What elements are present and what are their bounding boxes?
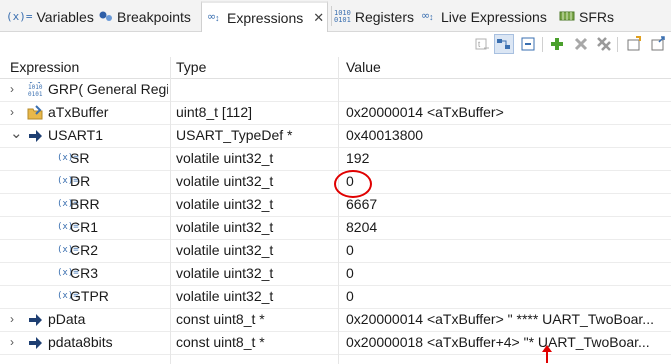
- remove-expression-icon[interactable]: [573, 36, 589, 52]
- expression-name: CR3: [70, 265, 99, 281]
- view-toolbar: t: [0, 32, 671, 57]
- variables-icon: (x)=: [6, 10, 33, 23]
- expression-name: pdata8bits: [48, 334, 113, 350]
- pointer-icon: [27, 312, 43, 328]
- column-header-value[interactable]: Value: [346, 59, 381, 75]
- expression-value[interactable]: 0x20000014 <aTxBuffer>: [346, 104, 668, 120]
- expression-name: GTPR: [70, 288, 109, 304]
- expression-name: DR: [70, 173, 91, 189]
- pointer-icon: [27, 128, 43, 144]
- tab-label: Live Expressions: [441, 8, 547, 25]
- expression-name: GRP( General Regi: [48, 81, 168, 97]
- red-circle-annotation: [334, 170, 372, 198]
- table-row[interactable]: › pdata8bits const uint8_t * 0x20000018 <aT…: [0, 332, 671, 355]
- tab-label: Registers: [354, 8, 414, 25]
- remove-all-expressions-icon[interactable]: [596, 36, 612, 52]
- expression-name: CR2: [70, 242, 99, 258]
- red-arrow-annotation: [542, 345, 552, 363]
- svg-text:t: t: [478, 40, 481, 49]
- array-icon: [27, 105, 43, 121]
- expressions-icon: ∞ ↕: [207, 9, 223, 26]
- expression-type: volatile uint32_t: [176, 196, 274, 212]
- show-logical-structure-icon[interactable]: [494, 34, 514, 54]
- breakpoints-icon: [99, 9, 113, 25]
- tab-variables[interactable]: (x)= Variables: [6, 2, 94, 31]
- expression-type: USART_TypeDef *: [176, 127, 293, 143]
- tab-breakpoints[interactable]: Breakpoints: [99, 2, 191, 31]
- expression-type: uint8_t [112]: [176, 104, 253, 120]
- expression-name: USART1: [48, 127, 103, 143]
- expression-value[interactable]: 0: [346, 265, 668, 281]
- tab-live-expressions[interactable]: ∞ ↕ Live Expressions: [421, 2, 547, 31]
- expression-value[interactable]: 0: [346, 242, 668, 258]
- expression-type: volatile uint32_t: [176, 173, 274, 189]
- table-row[interactable]: ⌄ USART1 USART_TypeDef * 0x40013800: [0, 125, 671, 148]
- expression-value[interactable]: 0: [346, 173, 668, 189]
- svg-text:0101: 0101: [28, 91, 43, 98]
- live-expressions-icon: ∞ ↕: [421, 8, 437, 25]
- expression-type: const uint8_t *: [176, 311, 265, 327]
- table-row[interactable]: (x)= CR3 volatile uint32_t 0: [0, 263, 671, 286]
- expression-value[interactable]: 8204: [346, 219, 668, 235]
- svg-text:↕: ↕: [215, 13, 220, 23]
- expression-name: aTxBuffer: [48, 104, 109, 120]
- collapse-chevron-icon[interactable]: ⌄: [10, 124, 23, 142]
- expression-value[interactable]: 6667: [346, 196, 668, 212]
- show-type-names-icon[interactable]: t: [474, 36, 490, 52]
- expression-name: SR: [70, 150, 90, 166]
- tab-registers[interactable]: 1010 0101 Registers: [334, 2, 414, 31]
- registers-icon: 1010 0101: [334, 8, 351, 24]
- new-view-icon[interactable]: [626, 36, 642, 52]
- svg-text:1010: 1010: [28, 84, 43, 91]
- collapse-all-icon[interactable]: [520, 36, 536, 52]
- column-header-type[interactable]: Type: [176, 59, 206, 75]
- svg-text:↕: ↕: [429, 12, 434, 22]
- expression-type: volatile uint32_t: [176, 150, 274, 166]
- sfrs-icon: [559, 9, 575, 25]
- expand-chevron-icon[interactable]: ›: [10, 312, 14, 326]
- table-row[interactable]: (x)= BRR volatile uint32_t 6667: [0, 194, 671, 217]
- tab-label: SFRs: [579, 8, 614, 25]
- tab-label: Breakpoints: [117, 8, 191, 25]
- tab-expressions[interactable]: ∞ ↕ Expressions ✕: [201, 1, 328, 32]
- expression-type: volatile uint32_t: [176, 219, 274, 235]
- expression-type: volatile uint32_t: [176, 265, 274, 281]
- tab-label: Variables: [36, 8, 94, 25]
- expression-name: BRR: [70, 196, 100, 212]
- table-row[interactable]: (x)= GTPR volatile uint32_t 0: [0, 286, 671, 309]
- tab-label: Expressions: [227, 9, 304, 26]
- expression-type: const uint8_t *: [176, 334, 265, 350]
- tab-sfrs[interactable]: SFRs: [559, 2, 614, 31]
- table-row[interactable]: › aTxBuffer uint8_t [112] 0x20000014 <aTxBu…: [0, 102, 671, 125]
- expression-type: volatile uint32_t: [176, 288, 274, 304]
- expression-value[interactable]: 0: [346, 288, 668, 304]
- table-row[interactable]: (x)= SR volatile uint32_t 192: [0, 148, 671, 171]
- view-menu-icon[interactable]: [650, 36, 666, 52]
- expand-chevron-icon[interactable]: ›: [10, 105, 14, 119]
- pointer-icon: [27, 335, 43, 351]
- expression-value[interactable]: 192: [346, 150, 668, 166]
- column-header-expression[interactable]: Expression: [10, 59, 79, 75]
- expression-value[interactable]: 0x20000018 <aTxBuffer+4> "* UART_TwoBoar…: [346, 334, 668, 350]
- view-tab-bar: (x)= Variables Breakpoints ∞ ↕ Expression…: [0, 0, 671, 32]
- add-expression-icon[interactable]: [549, 36, 565, 52]
- expression-type: volatile uint32_t: [176, 242, 274, 258]
- close-tab-icon[interactable]: ✕: [313, 10, 324, 26]
- table-header: Expression Type Value: [0, 57, 671, 79]
- expression-name: CR1: [70, 219, 99, 235]
- table-row[interactable]: › pData const uint8_t * 0x20000014 <aTxBuff…: [0, 309, 671, 332]
- expression-value[interactable]: 0x20000014 <aTxBuffer> " **** UART_TwoBo…: [346, 311, 668, 327]
- expand-chevron-icon[interactable]: ›: [10, 335, 14, 349]
- expression-name: pData: [48, 311, 86, 327]
- register-group-icon: 1010 0101: [27, 79, 43, 98]
- expand-chevron-icon[interactable]: ›: [10, 82, 14, 96]
- expression-value[interactable]: 0x40013800: [346, 127, 668, 143]
- table-row[interactable]: › 1010 0101 GRP( General Regi: [0, 79, 671, 102]
- table-row[interactable]: (x)= CR1 volatile uint32_t 8204: [0, 217, 671, 240]
- table-row[interactable]: (x)= CR2 volatile uint32_t 0: [0, 240, 671, 263]
